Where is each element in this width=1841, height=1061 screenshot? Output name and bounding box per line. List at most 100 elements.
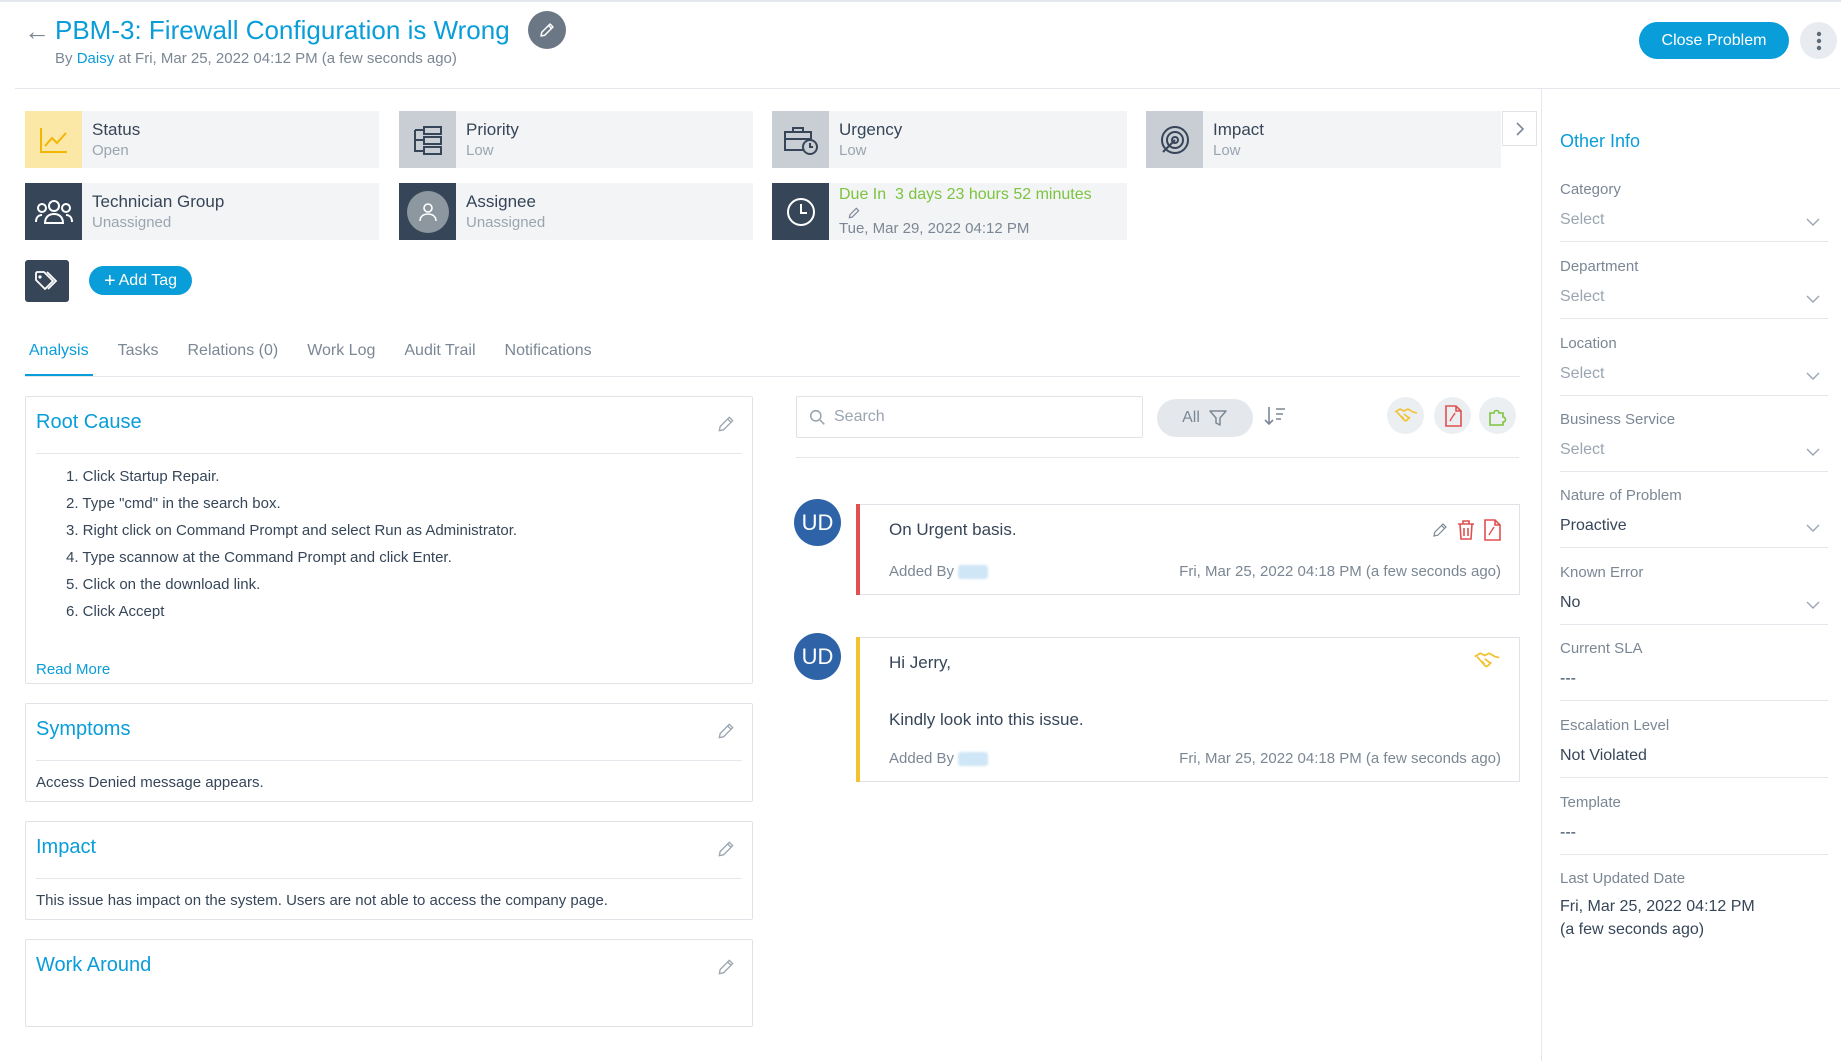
tab-audit-trail[interactable]: Audit Trail	[400, 338, 479, 376]
escalation-level-value: Not Violated	[1560, 747, 1647, 764]
collaborate-filter-button[interactable]	[1387, 397, 1424, 434]
field-underline	[1560, 777, 1828, 778]
tab-tasks[interactable]: Tasks	[114, 338, 163, 376]
edit-due-icon[interactable]	[847, 206, 861, 220]
nature-of-problem-field[interactable]: Nature of Problem Proactive	[1560, 486, 1828, 548]
add-tag-button[interactable]: + Add Tag	[89, 266, 192, 295]
status-label: Status	[92, 119, 141, 139]
added-by-label: Added By	[889, 563, 955, 580]
urgency-card[interactable]: Urgency Low	[772, 111, 1127, 168]
symptoms-panel: Symptoms Access Denied message appears.	[25, 703, 753, 802]
by-prefix: By	[55, 50, 73, 67]
department-select[interactable]: Select	[1560, 287, 1828, 307]
current-sla-value: ---	[1560, 670, 1576, 687]
known-error-select[interactable]: No	[1560, 593, 1828, 613]
close-problem-button[interactable]: Close Problem	[1639, 22, 1789, 59]
impact-title: Impact	[36, 836, 97, 858]
business-service-field[interactable]: Business Service Select	[1560, 410, 1828, 472]
assignee-icon-box	[399, 183, 456, 240]
panel-divider	[36, 453, 742, 454]
edit-impact-icon[interactable]	[716, 839, 736, 859]
integration-filter-button[interactable]	[1479, 397, 1516, 434]
known-error-field[interactable]: Known Error No	[1560, 563, 1828, 625]
field-underline	[1560, 547, 1828, 548]
status-icon-box	[25, 111, 82, 168]
due-icon-box	[772, 183, 829, 240]
business-service-label: Business Service	[1560, 411, 1676, 428]
page-title: PBM-3: Firewall Configuration is Wrong	[55, 15, 510, 45]
template-field: Template ---	[1560, 793, 1828, 855]
priority-value: Low	[466, 141, 494, 159]
technician-group-label: Technician Group	[92, 191, 225, 211]
tag-icon-box	[25, 260, 69, 302]
worklog-entry: On Urgent basis. Added By Fri, Mar 25, 2…	[856, 504, 1520, 595]
priority-label: Priority	[466, 119, 519, 139]
symptoms-title: Symptoms	[36, 718, 131, 740]
edit-title-button[interactable]	[528, 11, 566, 49]
filter-label: All	[1182, 409, 1200, 426]
entry-added-by: Added By	[889, 563, 989, 580]
due-card[interactable]: Due In 3 days 23 hours 52 minutes Tue, M…	[772, 183, 1127, 240]
hierarchy-icon	[413, 125, 442, 155]
delete-entry-icon[interactable]	[1457, 520, 1475, 540]
edit-entry-icon[interactable]	[1431, 521, 1449, 539]
entry-message: On Urgent basis.	[889, 520, 1017, 539]
clock-icon	[786, 197, 815, 226]
technician-group-icon-box	[25, 183, 82, 240]
search-box[interactable]	[796, 396, 1143, 438]
category-field[interactable]: Category Select	[1560, 180, 1828, 242]
entry-accent-bar	[856, 504, 860, 595]
tab-notifications[interactable]: Notifications	[501, 338, 596, 376]
assignee-label: Assignee	[466, 191, 536, 211]
category-select[interactable]: Select	[1560, 210, 1828, 230]
technician-group-value: Unassigned	[92, 213, 172, 231]
technician-group-card[interactable]: Technician Group Unassigned	[25, 183, 379, 240]
search-input[interactable]	[834, 408, 1124, 426]
filter-button[interactable]: All	[1157, 399, 1253, 437]
chevron-down-icon	[1806, 601, 1820, 609]
escalation-level-field: Escalation Level Not Violated	[1560, 716, 1828, 778]
location-field[interactable]: Location Select	[1560, 334, 1828, 396]
department-field[interactable]: Department Select	[1560, 257, 1828, 319]
handshake-icon	[1394, 407, 1417, 422]
urgency-icon-box	[772, 111, 829, 168]
nature-of-problem-select[interactable]: Proactive	[1560, 516, 1828, 536]
sort-icon[interactable]	[1263, 404, 1287, 428]
due-label: Due In	[839, 186, 887, 203]
business-service-select[interactable]: Select	[1560, 440, 1828, 460]
sidebar-divider	[1541, 88, 1542, 1061]
entry-timestamp: Fri, Mar 25, 2022 04:18 PM (a few second…	[1179, 750, 1501, 767]
tab-relations[interactable]: Relations (0)	[183, 338, 282, 376]
status-card[interactable]: Status Open	[25, 111, 379, 168]
author-link[interactable]: Daisy	[77, 50, 115, 67]
added-by-user-redacted	[958, 752, 989, 767]
tab-analysis[interactable]: Analysis	[25, 338, 93, 376]
priority-icon-box	[399, 111, 456, 168]
entry-actions	[1473, 651, 1501, 671]
cards-next-button[interactable]	[1502, 111, 1537, 146]
edit-work-around-icon[interactable]	[716, 957, 736, 977]
entry-message: Kindly look into this issue.	[889, 710, 1084, 729]
tab-work-log[interactable]: Work Log	[303, 338, 379, 376]
impact-panel: Impact This issue has impact on the syst…	[25, 821, 753, 920]
edit-root-cause-icon[interactable]	[716, 414, 736, 434]
assignee-card[interactable]: Assignee Unassigned	[399, 183, 753, 240]
field-underline	[1560, 395, 1828, 396]
avatar: UD	[794, 499, 841, 546]
root-cause-title: Root Cause	[36, 411, 142, 433]
edit-symptoms-icon[interactable]	[716, 721, 736, 741]
root-cause-body: 1. Click Startup Repair. 2. Type "cmd" i…	[36, 463, 517, 625]
last-updated-label: Last Updated Date	[1560, 870, 1686, 887]
known-error-label: Known Error	[1560, 564, 1644, 581]
pdf-entry-icon[interactable]	[1483, 519, 1501, 541]
read-more-link[interactable]: Read More	[36, 661, 110, 678]
header-divider	[15, 88, 1840, 89]
back-arrow-icon[interactable]: ←	[24, 18, 50, 44]
priority-card[interactable]: Priority Low	[399, 111, 753, 168]
location-select[interactable]: Select	[1560, 364, 1828, 384]
more-options-button[interactable]	[1800, 22, 1837, 59]
chevron-down-icon	[1806, 295, 1820, 303]
export-pdf-button[interactable]	[1434, 397, 1471, 434]
template-label: Template	[1560, 794, 1621, 811]
impact-card[interactable]: Impact Low	[1146, 111, 1501, 168]
